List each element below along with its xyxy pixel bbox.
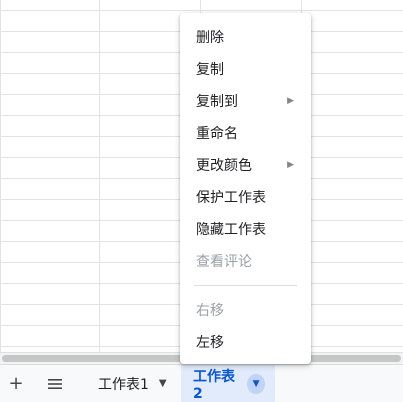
- menu-item-change-color[interactable]: 更改颜色 ▶: [180, 149, 311, 181]
- sheet-tab-1[interactable]: 工作表1 ▼: [88, 365, 180, 402]
- menu-item-label: 复制到: [196, 94, 238, 110]
- menu-item-move-right: 右移: [180, 294, 311, 326]
- submenu-arrow-icon: ▶: [287, 160, 294, 170]
- menu-item-view-comments: 查看评论: [180, 245, 311, 277]
- menu-divider: [194, 285, 297, 286]
- menu-item-protect-sheet[interactable]: 保护工作表: [180, 181, 311, 213]
- menu-item-move-left[interactable]: 左移: [180, 326, 311, 358]
- sheet-tab-label: 工作表1: [98, 376, 149, 393]
- menu-item-delete[interactable]: 删除: [180, 21, 311, 53]
- menu-item-label: 隐藏工作表: [196, 222, 266, 238]
- caret-down-icon[interactable]: ▼: [247, 373, 265, 394]
- menu-item-label: 更改颜色: [196, 158, 252, 174]
- menu-item-duplicate[interactable]: 复制: [180, 53, 311, 85]
- menu-item-label: 重命名: [196, 126, 238, 142]
- menu-item-label: 查看评论: [196, 254, 252, 270]
- sheet-tab-bar: + 工作表1 ▼ 工作表2 ▼: [0, 364, 403, 402]
- menu-item-rename[interactable]: 重命名: [180, 117, 311, 149]
- all-sheets-button[interactable]: [42, 371, 68, 397]
- submenu-arrow-icon: ▶: [287, 96, 294, 106]
- menu-item-label: 复制: [196, 62, 224, 78]
- menu-item-label: 左移: [196, 335, 224, 351]
- menu-item-label: 删除: [196, 30, 224, 46]
- plus-icon: +: [8, 373, 24, 394]
- menu-item-label: 右移: [196, 303, 224, 319]
- hamburger-icon: [48, 379, 62, 389]
- column-divider: [99, 0, 100, 352]
- menu-item-hide-sheet[interactable]: 隐藏工作表: [180, 213, 311, 245]
- sheet-context-menu: 删除 复制 复制到 ▶ 重命名 更改颜色 ▶ 保护工作表 隐藏工作表 查看评论 …: [180, 13, 311, 364]
- add-sheet-button[interactable]: +: [3, 371, 29, 397]
- caret-down-icon[interactable]: ▼: [159, 378, 167, 389]
- sheet-tab-2[interactable]: 工作表2 ▼: [181, 365, 275, 402]
- menu-item-label: 保护工作表: [196, 190, 266, 206]
- sheet-tab-label: 工作表2: [193, 368, 235, 402]
- menu-item-copy-to[interactable]: 复制到 ▶: [180, 85, 311, 117]
